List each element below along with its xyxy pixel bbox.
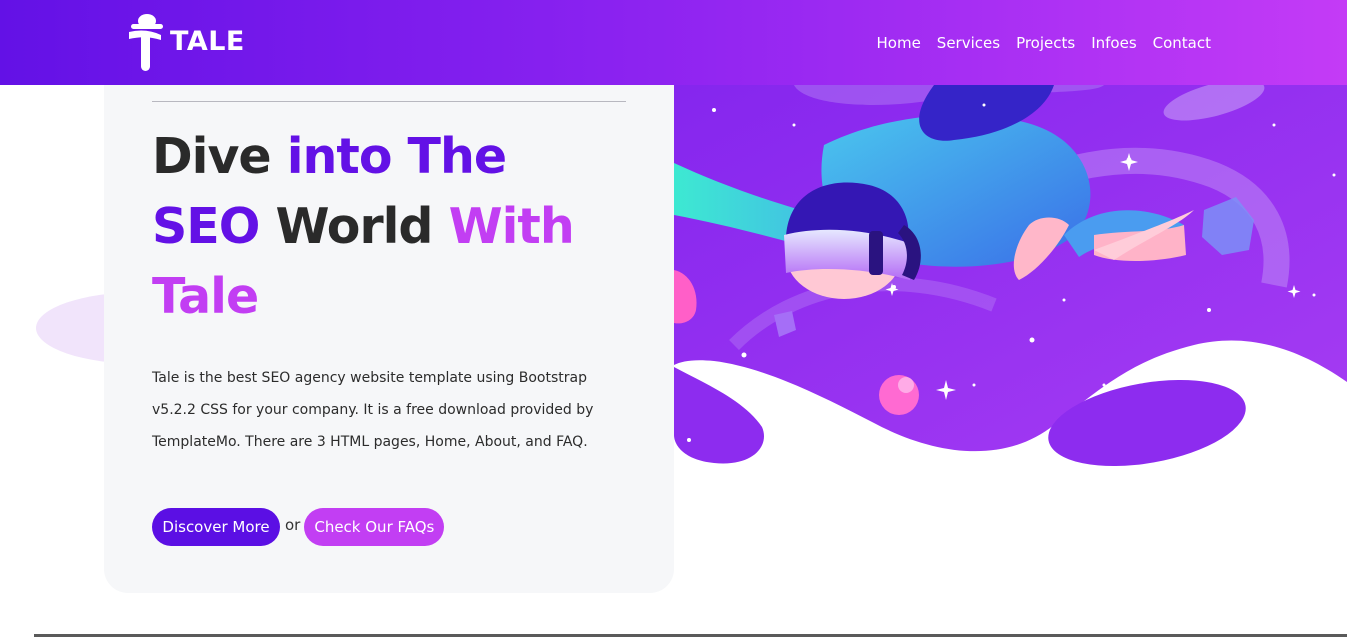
top-navbar: TALE Home Services Projects Infoes Conta… — [0, 0, 1347, 85]
headline-word-dive: Dive — [152, 128, 272, 185]
nav-home[interactable]: Home — [877, 34, 921, 52]
main-nav: Home Services Projects Infoes Contact — [861, 34, 1212, 52]
headline-word-with: With — [448, 198, 575, 255]
hero-description: Tale is the best SEO agency website temp… — [152, 370, 594, 450]
hat-figure-logo-icon — [129, 14, 163, 71]
nav-infoes[interactable]: Infoes — [1091, 34, 1136, 52]
brand-name: TALE — [170, 25, 245, 57]
nav-services[interactable]: Services — [937, 34, 1000, 52]
cta-row: Discover More or Check Our FAQs — [152, 508, 445, 546]
discover-more-button[interactable]: Discover More — [152, 508, 280, 546]
nav-projects[interactable]: Projects — [1016, 34, 1075, 52]
headline-word-world: World — [275, 198, 433, 255]
brand-logo-link[interactable]: TALE — [128, 12, 245, 72]
headline-word-into-the: into The — [286, 128, 507, 185]
headline-word-seo: SEO — [152, 198, 260, 255]
hero-headline: Dive into The SEO World With Tale — [152, 122, 622, 332]
hero-card: Dive into The SEO World With Tale Tale i… — [104, 70, 674, 593]
nav-contact[interactable]: Contact — [1153, 34, 1211, 52]
vr-diver-illustration — [674, 85, 1347, 467]
or-separator: or — [285, 516, 301, 534]
check-faqs-button[interactable]: Check Our FAQs — [304, 508, 445, 546]
divider — [152, 101, 626, 102]
headline-word-tale: Tale — [152, 268, 259, 325]
